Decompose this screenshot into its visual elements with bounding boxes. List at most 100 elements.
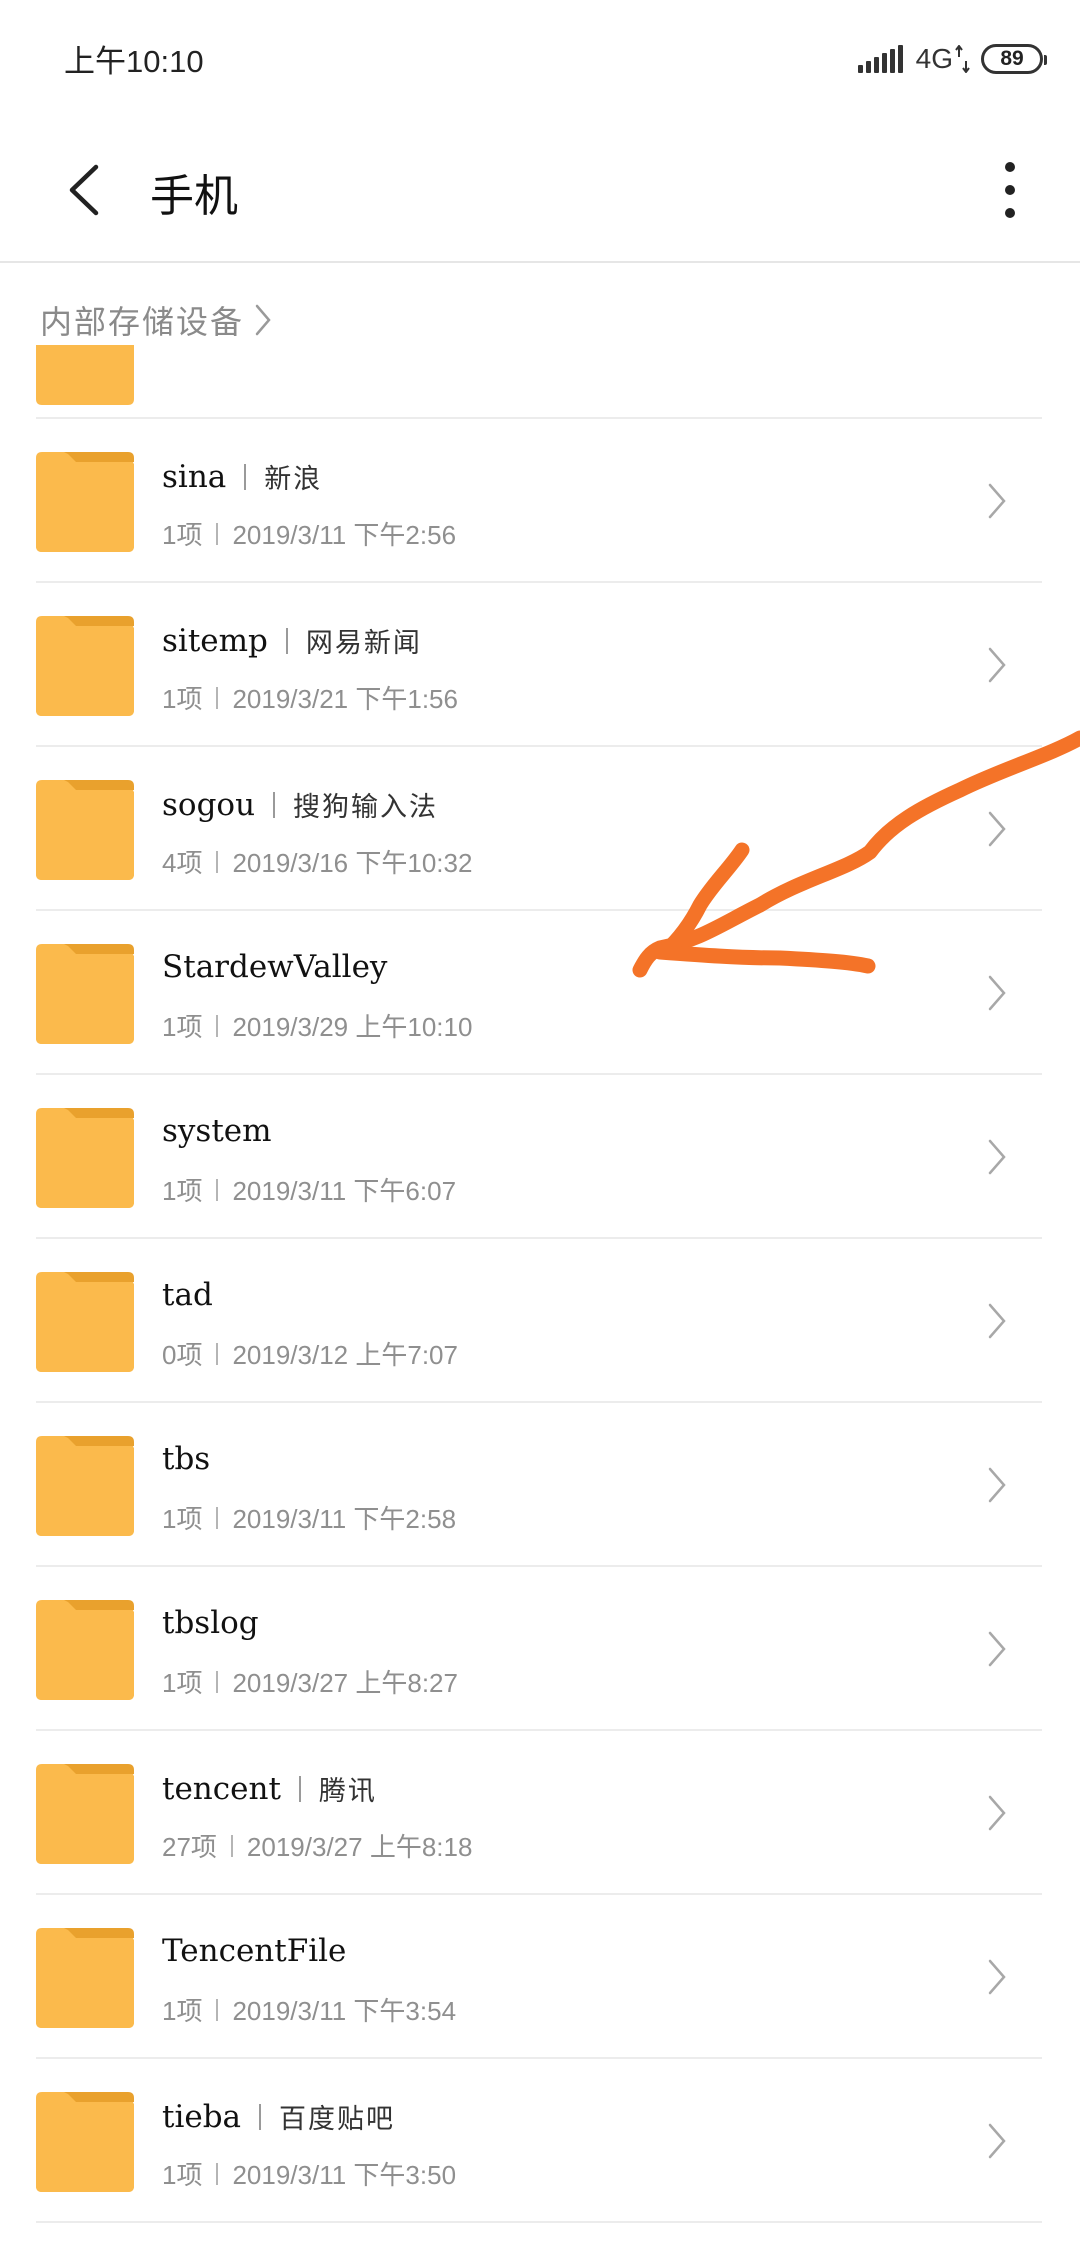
folder-meta: 1项 2019/3/27 上午8:27 xyxy=(162,1663,458,1700)
folder-name-line: sina 新浪 xyxy=(162,457,322,496)
folder-icon xyxy=(36,780,134,880)
folder-icon xyxy=(36,944,134,1044)
folder-icon xyxy=(36,616,134,716)
folder-icon xyxy=(36,1436,134,1536)
item-count: 1项 xyxy=(162,1176,203,1206)
folder-alias: 腾讯 xyxy=(318,1776,377,1807)
folder-name-line: tieba 百度贴吧 xyxy=(162,2097,395,2136)
modified-date: 2019/3/16 下午10:32 xyxy=(232,848,473,878)
signal-strength-icon xyxy=(857,45,906,73)
folder-name: tbslog xyxy=(162,1605,259,1641)
folder-alias: 搜狗输入法 xyxy=(293,792,439,823)
folder-name-line: system xyxy=(162,1113,272,1149)
name-separator xyxy=(285,627,288,654)
list-item[interactable]: system 1项 2019/3/11 下午6:07 xyxy=(0,1075,1080,1239)
meta-separator xyxy=(216,1014,219,1037)
folder-name: tbs xyxy=(162,1441,211,1477)
meta-separator xyxy=(216,522,219,545)
folder-name: TencentFile xyxy=(162,1933,347,1969)
list-item[interactable]: sina 新浪 1项 2019/3/11 下午2:56 xyxy=(0,419,1080,583)
folder-name-line: tad xyxy=(162,1277,213,1313)
chevron-right-icon xyxy=(988,647,1006,683)
list-item[interactable]: sitemp 网易新闻 1项 2019/3/21 下午1:56 xyxy=(0,583,1080,747)
meta-separator xyxy=(216,1670,219,1693)
more-options-icon[interactable] xyxy=(990,157,1030,223)
item-count: 1项 xyxy=(162,1012,203,1042)
list-item[interactable]: StardewValley 1项 2019/3/29 上午10:10 xyxy=(0,911,1080,1075)
modified-date: 2019/3/11 下午3:50 xyxy=(232,2160,457,2190)
name-separator xyxy=(244,463,247,490)
name-separator xyxy=(298,1775,301,1802)
list-item[interactable]: tieba 百度贴吧 1项 2019/3/11 下午3:50 xyxy=(0,2059,1080,2223)
meta-separator xyxy=(216,1342,219,1365)
item-count: 1项 xyxy=(162,520,203,550)
breadcrumb[interactable]: 内部存储设备 xyxy=(40,296,274,344)
meta-separator xyxy=(216,1998,219,2021)
folder-icon xyxy=(36,1764,134,1864)
folder-list[interactable]: sina 新浪 1项 2019/3/11 下午2:56 sitemp 网易新闻 1项 2019… xyxy=(0,345,1080,2248)
modified-date: 2019/3/21 下午1:56 xyxy=(232,684,458,714)
folder-name-line: tbslog xyxy=(162,1605,259,1641)
folder-meta: 1项 2019/3/11 下午2:58 xyxy=(162,1499,456,1536)
folder-name: tieba xyxy=(162,2098,242,2135)
chevron-right-icon xyxy=(988,811,1006,847)
folder-icon xyxy=(36,1272,134,1372)
status-indicators: 4G 89 xyxy=(857,42,1047,76)
battery-icon: 89 xyxy=(981,44,1047,74)
list-item[interactable]: TencentFile 1项 2019/3/11 下午3:54 xyxy=(0,1895,1080,2059)
chevron-right-icon xyxy=(988,975,1006,1011)
folder-meta: 1项 2019/3/11 下午2:56 xyxy=(162,515,456,552)
list-item[interactable] xyxy=(0,345,1080,419)
row-divider xyxy=(36,2221,1042,2223)
folder-icon xyxy=(36,1600,134,1700)
chevron-right-icon xyxy=(988,1631,1006,1667)
folder-name: sogou xyxy=(162,786,256,823)
chevron-right-icon xyxy=(988,1303,1006,1339)
modified-date: 2019/3/29 上午10:10 xyxy=(232,1012,473,1042)
folder-alias: 新浪 xyxy=(264,464,323,495)
breadcrumb-item-internal-storage[interactable]: 内部存储设备 xyxy=(40,297,244,343)
chevron-right-icon xyxy=(988,1795,1006,1831)
item-count: 4项 xyxy=(162,848,203,878)
folder-name: system xyxy=(162,1113,272,1149)
data-transfer-icon xyxy=(955,45,970,73)
folder-meta: 1项 2019/3/11 下午6:07 xyxy=(162,1171,456,1208)
folder-icon xyxy=(36,1928,134,2028)
modified-date: 2019/3/11 下午3:54 xyxy=(232,1996,457,2026)
modified-date: 2019/3/11 下午2:58 xyxy=(232,1504,457,1534)
list-item[interactable]: sogou 搜狗输入法 4项 2019/3/16 下午10:32 xyxy=(0,747,1080,911)
back-arrow-icon[interactable] xyxy=(50,155,120,225)
meta-separator xyxy=(230,1834,233,1857)
folder-meta: 4项 2019/3/16 下午10:32 xyxy=(162,843,472,880)
chevron-right-icon xyxy=(988,1467,1006,1503)
item-count: 0项 xyxy=(162,1340,203,1370)
folder-rows: sina 新浪 1项 2019/3/11 下午2:56 sitemp 网易新闻 1项 2019… xyxy=(0,419,1080,2223)
modified-date: 2019/3/27 上午8:27 xyxy=(232,1668,458,1698)
folder-name: StardewValley xyxy=(162,949,388,985)
name-separator xyxy=(273,791,276,818)
folder-meta: 1项 2019/3/29 上午10:10 xyxy=(162,1007,472,1044)
network-type: 4G xyxy=(915,43,953,74)
meta-separator xyxy=(216,686,219,709)
meta-separator xyxy=(216,2162,219,2185)
list-item[interactable]: tad 0项 2019/3/12 上午7:07 xyxy=(0,1239,1080,1403)
name-separator xyxy=(259,2103,262,2130)
chevron-right-icon xyxy=(988,1959,1006,1995)
modified-date: 2019/3/11 下午6:07 xyxy=(232,1176,457,1206)
list-item[interactable]: tbslog 1项 2019/3/27 上午8:27 xyxy=(0,1567,1080,1731)
list-item[interactable]: tbs 1项 2019/3/11 下午2:58 xyxy=(0,1403,1080,1567)
folder-name-line: tencent 腾讯 xyxy=(162,1769,377,1808)
folder-name-line: StardewValley xyxy=(162,949,387,985)
chevron-right-icon xyxy=(255,304,271,336)
list-item[interactable]: tencent 腾讯 27项 2019/3/27 上午8:18 xyxy=(0,1731,1080,1895)
meta-separator xyxy=(216,1178,219,1201)
folder-name: tad xyxy=(162,1277,213,1313)
folder-name-line: sitemp 网易新闻 xyxy=(162,621,422,660)
folder-icon xyxy=(36,1108,134,1208)
folder-meta: 1项 2019/3/11 下午3:54 xyxy=(162,1991,456,2028)
folder-alias: 网易新闻 xyxy=(305,628,422,659)
folder-name: sitemp xyxy=(162,622,268,659)
item-count: 1项 xyxy=(162,1668,203,1698)
folder-meta: 0项 2019/3/12 上午7:07 xyxy=(162,1335,458,1372)
folder-alias: 百度贴吧 xyxy=(279,2104,396,2135)
